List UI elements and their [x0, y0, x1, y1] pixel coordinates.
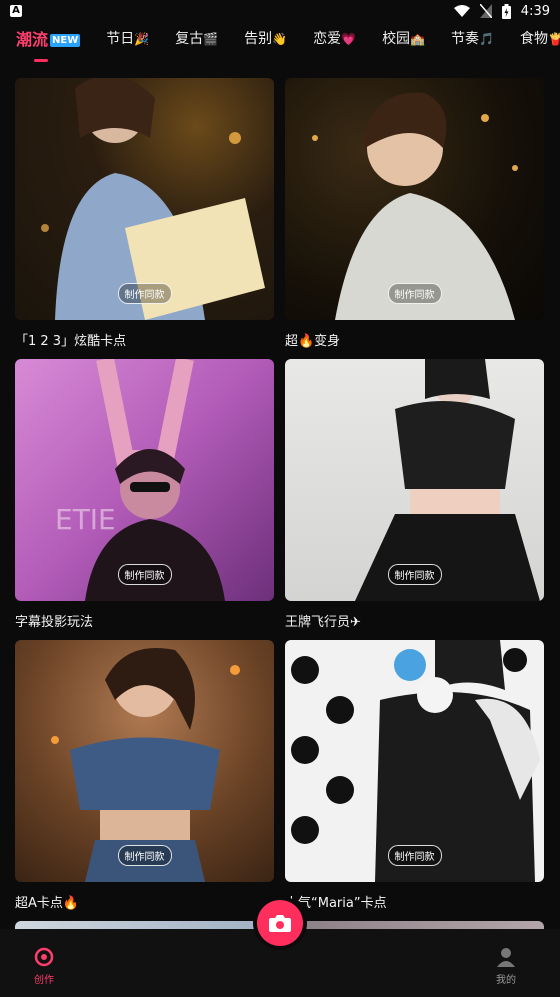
battery-icon — [501, 3, 511, 19]
tab-trend-label: 潮流 — [16, 30, 49, 49]
template-title: 王牌飞行员✈ — [285, 615, 361, 630]
no-sim-icon — [479, 4, 492, 18]
template-title: 「1 2 3」炫酷卡点 — [15, 334, 127, 349]
new-badge: NEW — [50, 34, 81, 47]
template-thumbnail[interactable]: 制作同款 — [15, 640, 274, 882]
create-icon — [34, 947, 54, 967]
fries-icon: 🍟 — [547, 32, 560, 46]
make-same-button[interactable]: 制作同款 — [387, 283, 442, 304]
tab-trend[interactable]: 潮流 NEW — [16, 26, 81, 62]
template-card[interactable]: 制作同款 人气“Maria”卡点 — [285, 640, 544, 911]
wave-icon: 👋 — [272, 32, 288, 46]
template-thumbnail[interactable]: 制作同款 — [285, 359, 544, 601]
tab-farewell-label: 告别 — [244, 31, 273, 47]
make-same-button[interactable]: 制作同款 — [117, 845, 172, 866]
camera-icon — [269, 915, 291, 932]
status-left: A — [10, 5, 22, 17]
template-card[interactable]: 制作同款 超🔥变身 — [285, 78, 544, 349]
template-title: 字幕投影玩法 — [15, 615, 94, 630]
tab-campus[interactable]: 校园🏫 — [382, 28, 425, 48]
tab-campus-label: 校园 — [382, 31, 411, 47]
make-same-button[interactable]: 制作同款 — [387, 564, 442, 585]
music-note-icon: 🎵 — [479, 32, 494, 46]
heart-icon: 💗 — [341, 32, 357, 46]
tab-love-label: 恋爱 — [313, 31, 342, 47]
make-same-button[interactable]: 制作同款 — [387, 845, 442, 866]
status-time: 4:39 — [520, 3, 550, 19]
template-card[interactable]: 制作同款 「1 2 3」炫酷卡点 — [15, 78, 274, 349]
tab-rhythm[interactable]: 节奏🎵 — [451, 28, 494, 48]
camera-button[interactable] — [257, 900, 303, 946]
tab-rhythm-label: 节奏 — [451, 31, 480, 47]
template-title: 超A卡点🔥 — [15, 896, 80, 911]
school-icon: 🏫 — [410, 32, 426, 46]
nav-mine[interactable]: 我的 — [496, 947, 516, 986]
wifi-icon — [453, 5, 470, 17]
template-title: 超🔥变身 — [285, 334, 341, 349]
template-title: 人气“Maria”卡点 — [285, 896, 387, 911]
tab-food[interactable]: 食物🍟 — [520, 28, 560, 48]
tab-food-label: 食物 — [519, 31, 548, 47]
template-thumbnail[interactable]: 制作同款 — [285, 78, 544, 320]
template-thumbnail[interactable]: 制作同款 — [285, 640, 544, 882]
nav-create[interactable]: 创作 — [34, 947, 54, 986]
tab-farewell[interactable]: 告别👋 — [244, 28, 287, 48]
tab-festival-label: 节日 — [106, 31, 135, 47]
clapper-icon: 🎬 — [203, 32, 219, 46]
template-card[interactable]: ETIE 制作同款 字幕投影玩法 — [15, 359, 274, 630]
template-card[interactable]: 制作同款 超A卡点🔥 — [15, 640, 274, 911]
nav-mine-label: 我的 — [496, 975, 516, 986]
tab-festival[interactable]: 节日🎉 — [106, 28, 149, 48]
make-same-button[interactable]: 制作同款 — [117, 564, 172, 585]
svg-text:ETIE: ETIE — [55, 503, 116, 536]
status-right: 4:39 — [453, 3, 550, 19]
user-icon — [497, 948, 515, 967]
category-tabs: 潮流 NEW 节日🎉 复古🎬 告别👋 恋爱💗 校园🏫 节奏🎵 食物🍟 — [0, 18, 560, 62]
make-same-button[interactable]: 制作同款 — [117, 283, 172, 304]
tab-love[interactable]: 恋爱💗 — [313, 28, 356, 48]
template-card[interactable]: 制作同款 王牌飞行员✈ — [285, 359, 544, 630]
tab-retro-label: 复古 — [175, 31, 204, 47]
notification-a-icon: A — [10, 5, 22, 17]
template-thumbnail[interactable]: 制作同款 — [15, 78, 274, 320]
nav-create-label: 创作 — [34, 975, 54, 986]
template-thumbnail[interactable]: ETIE 制作同款 — [15, 359, 274, 601]
party-popper-icon: 🎉 — [134, 32, 150, 46]
tab-retro[interactable]: 复古🎬 — [175, 28, 218, 48]
